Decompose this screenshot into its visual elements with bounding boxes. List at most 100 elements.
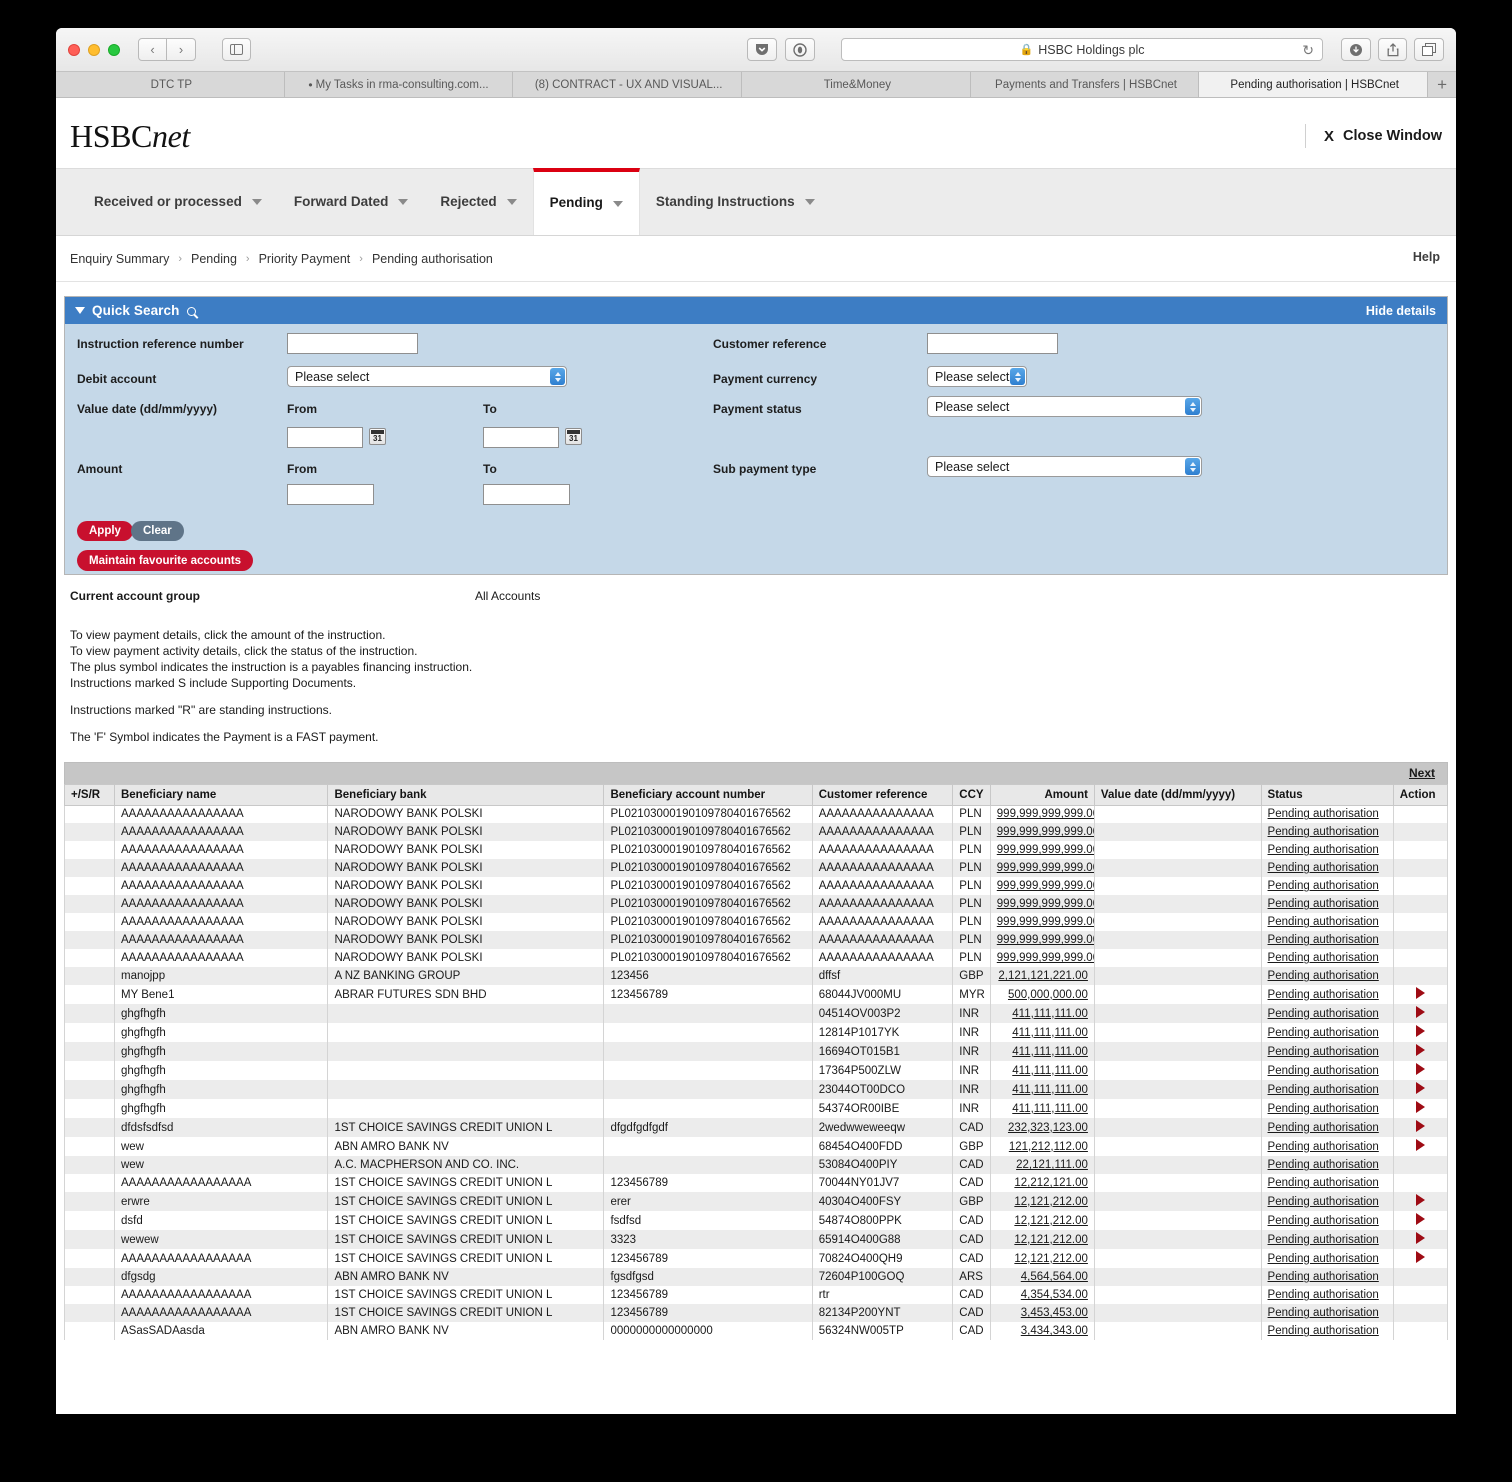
tabs-overview-icon[interactable] xyxy=(1414,38,1444,61)
cell-status[interactable]: Pending authorisation xyxy=(1261,805,1393,823)
cell-amount-link[interactable]: 411,111,111.00 xyxy=(1012,1103,1088,1115)
cell-status-link[interactable]: Pending authorisation xyxy=(1268,1215,1379,1227)
maintain-favourite-accounts-button[interactable]: Maintain favourite accounts xyxy=(77,550,253,571)
calendar-icon[interactable]: 31 xyxy=(565,428,582,445)
cell-status-link[interactable]: Pending authorisation xyxy=(1268,1253,1379,1265)
cell-amount[interactable]: 12,121,212.00 xyxy=(990,1192,1094,1211)
cell-status[interactable]: Pending authorisation xyxy=(1261,1230,1393,1249)
cell-status[interactable]: Pending authorisation xyxy=(1261,1304,1393,1322)
nav-tab-pending[interactable]: Pending xyxy=(533,168,640,235)
payment-status-select[interactable]: Please select xyxy=(927,396,1202,417)
maximize-window-button[interactable] xyxy=(108,44,120,56)
browser-tab-3[interactable]: Time&Money xyxy=(742,72,971,97)
reload-icon[interactable]: ↻ xyxy=(1302,42,1314,58)
column-header-beneficiary-name[interactable]: Beneficiary name xyxy=(114,784,327,805)
cell-action[interactable] xyxy=(1393,1211,1447,1230)
cell-amount[interactable]: 411,111,111.00 xyxy=(990,1061,1094,1080)
cell-status-link[interactable]: Pending authorisation xyxy=(1268,1307,1379,1319)
collapse-triangle-icon[interactable] xyxy=(75,307,85,314)
column-header-amount[interactable]: Amount xyxy=(990,784,1094,805)
cell-amount-link[interactable]: 2,121,121,221.00 xyxy=(998,970,1088,982)
close-window-button[interactable] xyxy=(68,44,80,56)
cell-amount[interactable]: 12,121,212.00 xyxy=(990,1211,1094,1230)
cell-action[interactable] xyxy=(1393,1099,1447,1118)
breadcrumb-item-0[interactable]: Enquiry Summary xyxy=(70,252,169,266)
cell-amount-link[interactable]: 999,999,999,999.00 xyxy=(997,952,1095,964)
cell-amount-link[interactable]: 4,564,564.00 xyxy=(1021,1271,1088,1283)
cell-status-link[interactable]: Pending authorisation xyxy=(1268,970,1379,982)
cell-amount[interactable]: 411,111,111.00 xyxy=(990,1099,1094,1118)
cell-status[interactable]: Pending authorisation xyxy=(1261,913,1393,931)
cell-amount[interactable]: 500,000,000.00 xyxy=(990,985,1094,1004)
cell-amount-link[interactable]: 411,111,111.00 xyxy=(1012,1027,1088,1039)
cell-amount[interactable]: 4,354,534.00 xyxy=(990,1286,1094,1304)
cell-amount-link[interactable]: 411,111,111.00 xyxy=(1012,1065,1088,1077)
download-icon[interactable] xyxy=(1341,38,1371,61)
cell-amount-link[interactable]: 999,999,999,999.00 xyxy=(997,880,1095,892)
cell-action[interactable] xyxy=(1393,1023,1447,1042)
instruction-reference-input[interactable] xyxy=(287,333,418,354)
cell-status[interactable]: Pending authorisation xyxy=(1261,823,1393,841)
cell-status-link[interactable]: Pending authorisation xyxy=(1268,1103,1379,1115)
cell-amount[interactable]: 12,212,121.00 xyxy=(990,1174,1094,1192)
browser-tab-5[interactable]: Pending authorisation | HSBCnet xyxy=(1199,72,1428,97)
browser-tab-2[interactable]: (8) CONTRACT - UX AND VISUAL... xyxy=(513,72,742,97)
cell-amount-link[interactable]: 999,999,999,999.00 xyxy=(997,916,1095,928)
cell-status[interactable]: Pending authorisation xyxy=(1261,967,1393,985)
cell-amount-link[interactable]: 4,354,534.00 xyxy=(1021,1289,1088,1301)
next-page-link[interactable]: Next xyxy=(1409,766,1435,780)
cell-amount[interactable]: 999,999,999,999.00 xyxy=(990,823,1094,841)
action-arrow-icon[interactable] xyxy=(1416,1025,1425,1037)
back-icon[interactable]: ‹ xyxy=(138,38,167,61)
cell-status-link[interactable]: Pending authorisation xyxy=(1268,1046,1379,1058)
sub-payment-type-select[interactable]: Please select xyxy=(927,456,1202,477)
cell-amount-link[interactable]: 12,121,212.00 xyxy=(1014,1215,1088,1227)
cell-status-link[interactable]: Pending authorisation xyxy=(1268,1027,1379,1039)
cell-status[interactable]: Pending authorisation xyxy=(1261,1322,1393,1340)
quick-search-header[interactable]: Quick Search Hide details xyxy=(65,297,1447,324)
cell-action[interactable] xyxy=(1393,1061,1447,1080)
cell-status[interactable]: Pending authorisation xyxy=(1261,895,1393,913)
cell-amount[interactable]: 999,999,999,999.00 xyxy=(990,877,1094,895)
cell-amount-link[interactable]: 999,999,999,999.00 xyxy=(997,808,1095,820)
cell-amount-link[interactable]: 999,999,999,999.00 xyxy=(997,862,1095,874)
cell-action[interactable] xyxy=(1393,985,1447,1004)
cell-status[interactable]: Pending authorisation xyxy=(1261,859,1393,877)
cell-status-link[interactable]: Pending authorisation xyxy=(1268,880,1379,892)
cell-status-link[interactable]: Pending authorisation xyxy=(1268,1177,1379,1189)
cell-status[interactable]: Pending authorisation xyxy=(1261,1004,1393,1023)
sidebar-icon[interactable] xyxy=(222,38,251,61)
cell-status-link[interactable]: Pending authorisation xyxy=(1268,1122,1379,1134)
browser-tab-4[interactable]: Payments and Transfers | HSBCnet xyxy=(971,72,1200,97)
cell-amount[interactable]: 232,323,123.00 xyxy=(990,1118,1094,1137)
cell-action[interactable] xyxy=(1393,1249,1447,1268)
cell-status-link[interactable]: Pending authorisation xyxy=(1268,1234,1379,1246)
new-tab-button[interactable]: + xyxy=(1428,72,1456,97)
cell-amount-link[interactable]: 999,999,999,999.00 xyxy=(997,826,1095,838)
share-icon[interactable] xyxy=(1378,38,1407,61)
cell-action[interactable] xyxy=(1393,1042,1447,1061)
cell-status[interactable]: Pending authorisation xyxy=(1261,1137,1393,1156)
cell-amount[interactable]: 411,111,111.00 xyxy=(990,1042,1094,1061)
action-arrow-icon[interactable] xyxy=(1416,1044,1425,1056)
cell-status-link[interactable]: Pending authorisation xyxy=(1268,1084,1379,1096)
nav-tab-standing-instructions[interactable]: Standing Instructions xyxy=(640,169,831,235)
cell-status[interactable]: Pending authorisation xyxy=(1261,1023,1393,1042)
close-window-link[interactable]: X Close Window xyxy=(1305,124,1442,148)
cell-status[interactable]: Pending authorisation xyxy=(1261,1042,1393,1061)
cell-action[interactable] xyxy=(1393,1137,1447,1156)
breadcrumb-item-2[interactable]: Priority Payment xyxy=(259,252,351,266)
cell-status[interactable]: Pending authorisation xyxy=(1261,877,1393,895)
cell-action[interactable] xyxy=(1393,1118,1447,1137)
minimize-window-button[interactable] xyxy=(88,44,100,56)
cell-status-link[interactable]: Pending authorisation xyxy=(1268,826,1379,838)
cell-amount[interactable]: 22,121,111.00 xyxy=(990,1156,1094,1174)
apply-button[interactable]: Apply xyxy=(77,521,133,541)
privacy-icon[interactable] xyxy=(785,38,815,61)
help-link[interactable]: Help xyxy=(1413,250,1440,264)
nav-tab-received-or-processed[interactable]: Received or processed xyxy=(78,169,278,235)
cell-amount[interactable]: 999,999,999,999.00 xyxy=(990,859,1094,877)
column-header-flags[interactable]: +/S/R xyxy=(65,784,115,805)
cell-amount[interactable]: 999,999,999,999.00 xyxy=(990,913,1094,931)
cell-amount-link[interactable]: 12,212,121.00 xyxy=(1014,1177,1088,1189)
